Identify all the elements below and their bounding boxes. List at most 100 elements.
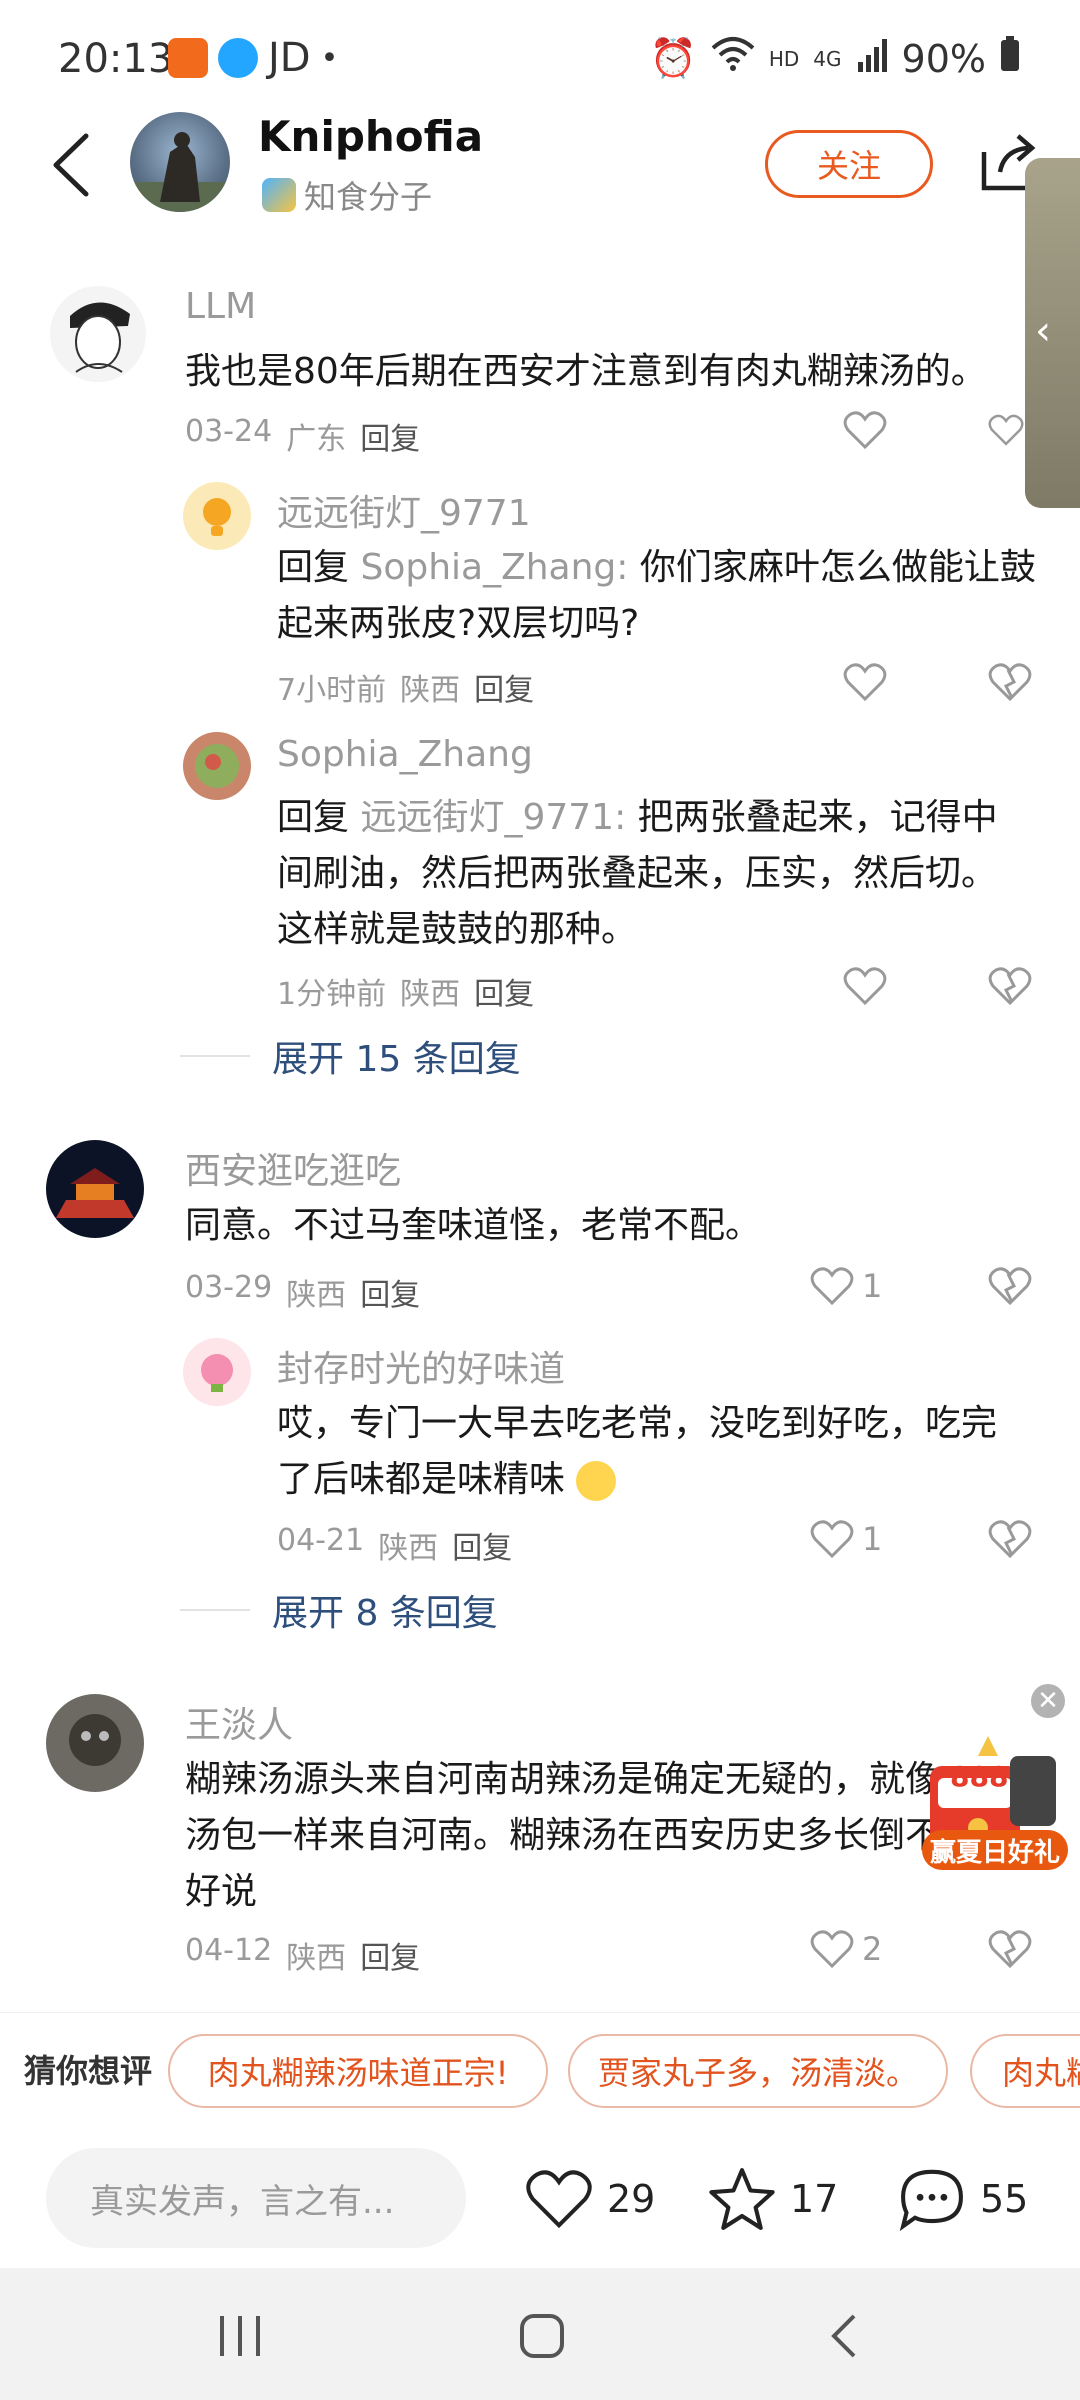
reply-button[interactable]: 回复: [474, 665, 534, 709]
back-icon[interactable]: [826, 2312, 862, 2364]
comment-region: 陕西: [400, 977, 461, 1012]
reply-text-line2: 了后味都是味精味: [277, 1459, 566, 1500]
dislike-button[interactable]: [988, 1519, 1032, 1559]
jd-label: JD: [268, 35, 311, 81]
system-nav-bar: [0, 2268, 1080, 2400]
comment-date: 1分钟前: [277, 977, 387, 1012]
comment-input[interactable]: 真实发声，言之有...: [46, 2148, 466, 2248]
comment-author[interactable]: 远远街灯_9771: [277, 484, 531, 536]
smile-emoji-icon: [576, 1461, 617, 1501]
comment-author[interactable]: 王淡人: [185, 1696, 293, 1748]
suggestion-label: 猜你想评: [24, 2052, 153, 2090]
suggestion-chip[interactable]: 贾家丸子多，汤清淡。: [568, 2034, 948, 2108]
expand-replies-label[interactable]: 展开 8 条回复: [272, 1584, 498, 1636]
reply-text-line1: 哎，专门一大早去吃老常，没吃到好吃，吃完: [277, 1403, 998, 1444]
like-button[interactable]: [843, 966, 887, 1006]
comment-text-line1: 糊辣汤源头来自河南胡辣汤是确定无疑的，就像: [185, 1759, 942, 1800]
comment-author[interactable]: 封存时光的好味道: [277, 1340, 565, 1392]
comment-date: 03-29: [185, 1270, 273, 1305]
expand-replies-button[interactable]: 展开 8 条回复: [180, 1584, 498, 1636]
comment-date: 04-21: [277, 1523, 365, 1558]
comment-text: 回复 远远街灯_9771: 把两张叠起来，记得中 间刷油，然后把两张叠起来，压实…: [277, 790, 1037, 958]
reply-button[interactable]: 回复: [474, 969, 534, 1013]
reply-text-line2: 间刷油，然后把两张叠起来，压实，然后切。: [277, 853, 998, 894]
comment-text: 我也是80年后期在西安才注意到有肉丸糊辣汤的。: [185, 351, 987, 392]
reply-text-line1: 把两张叠起来，记得中: [637, 797, 998, 838]
author-tag-label: 知食分子: [304, 178, 433, 216]
dislike-button[interactable]: [988, 1929, 1032, 1969]
dislike-button[interactable]: [988, 1266, 1032, 1306]
comment-region: 广东: [286, 422, 347, 457]
expand-replies-label[interactable]: 展开 15 条回复: [272, 1030, 521, 1082]
favorite-count: 17: [790, 2177, 839, 2221]
like-count: 1: [862, 1267, 883, 1305]
author-name[interactable]: Kniphofia: [258, 112, 483, 161]
like-button[interactable]: [843, 410, 887, 450]
side-drawer-tab[interactable]: ‹: [1025, 158, 1080, 508]
comment-region: 陕西: [400, 673, 461, 708]
back-arrow-icon[interactable]: [48, 130, 92, 200]
promo-close-icon[interactable]: ✕: [1031, 1684, 1065, 1718]
reply-button[interactable]: 回复: [360, 1933, 420, 1977]
like-count: 29: [607, 2177, 656, 2221]
comment-region: 陕西: [286, 1941, 347, 1976]
comment-text: 哎，专门一大早去吃老常，没吃到好吃，吃完 了后味都是味精味: [277, 1396, 1037, 1508]
reply-button[interactable]: 回复: [360, 414, 420, 458]
recent-apps-icon[interactable]: [216, 2314, 264, 2362]
avatar[interactable]: [183, 732, 251, 800]
battery-icon: [1000, 36, 1020, 81]
favorite-button[interactable]: 17: [708, 2166, 838, 2232]
qq-app-icon: [218, 38, 258, 78]
reply-target[interactable]: 远远街灯_9771:: [360, 797, 626, 838]
promo-label[interactable]: 赢夏日好礼: [922, 1830, 1068, 1870]
comment-region: 陕西: [286, 1278, 347, 1313]
reply-button[interactable]: 回复: [360, 1270, 420, 1314]
suggestion-chip[interactable]: 肉丸糊: [970, 2034, 1080, 2108]
expand-replies-button[interactable]: 展开 15 条回复: [180, 1030, 521, 1082]
avatar[interactable]: [50, 286, 146, 382]
comment-author[interactable]: 西安逛吃逛吃: [185, 1142, 401, 1194]
comment-date: 03-24: [185, 414, 273, 449]
comment-text-line2: 汤包一样来自河南。糊辣汤在西安历史多长倒不: [185, 1815, 942, 1856]
dislike-button[interactable]: [988, 662, 1032, 702]
like-button[interactable]: [843, 662, 887, 702]
author-avatar[interactable]: [130, 112, 230, 212]
hd-label: HD: [768, 46, 800, 71]
like-button[interactable]: 2: [810, 1929, 882, 1969]
reply-prefix: 回复: [277, 797, 350, 838]
reply-text-line2: 起来两张皮?双层切吗?: [277, 603, 640, 644]
comments-button[interactable]: 55: [898, 2166, 1028, 2232]
comment-text-line3: 好说: [185, 1871, 258, 1912]
comment-meta: 03-24 广东 回复: [185, 414, 420, 458]
reply-text-line3: 这样就是鼓鼓的那种。: [277, 909, 638, 950]
home-icon[interactable]: [518, 2312, 566, 2364]
avatar[interactable]: [183, 1338, 251, 1406]
comment-count: 55: [980, 2177, 1029, 2221]
wifi-icon: [711, 36, 755, 81]
network-label: 4G: [813, 46, 842, 71]
avatar[interactable]: [183, 482, 251, 550]
battery-percent: 90%: [901, 36, 986, 81]
comment-meta: 04-21 陕西 回复: [277, 1523, 512, 1567]
comment-text: 同意。不过马奎味道怪，老常不配。: [185, 1205, 762, 1246]
status-right: ⏰ HD 4G 90%: [650, 36, 1020, 81]
comment-author[interactable]: Sophia_Zhang: [277, 734, 533, 775]
divider: [180, 1055, 250, 1057]
taobao-app-icon: [168, 38, 208, 78]
status-dot: •: [320, 40, 339, 76]
badge-icon: [262, 178, 296, 212]
dislike-button[interactable]: [988, 966, 1032, 1006]
reply-target[interactable]: Sophia_Zhang:: [360, 547, 628, 588]
comment-meta: 1分钟前 陕西 回复: [277, 969, 534, 1013]
dislike-button[interactable]: [988, 410, 1024, 450]
like-button[interactable]: 1: [810, 1266, 882, 1306]
comment-author[interactable]: LLM: [185, 286, 256, 327]
avatar[interactable]: [46, 1694, 144, 1792]
reply-button[interactable]: 回复: [452, 1523, 512, 1567]
like-post-button[interactable]: 29: [525, 2168, 655, 2230]
follow-button[interactable]: 关注: [765, 130, 933, 198]
status-bar: 20:13 JD • ⏰ HD 4G 90%: [0, 0, 1080, 120]
avatar[interactable]: [46, 1140, 144, 1238]
like-button[interactable]: 1: [810, 1519, 882, 1559]
suggestion-chip[interactable]: 肉丸糊辣汤味道正宗!: [168, 2034, 548, 2108]
